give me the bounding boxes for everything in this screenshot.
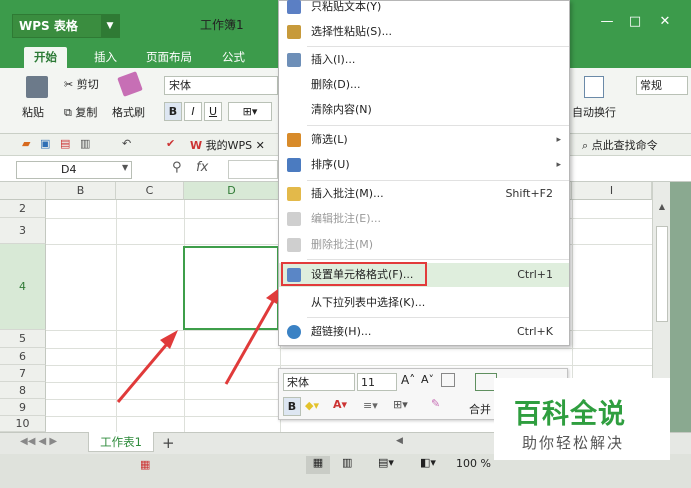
mini-bold-button[interactable]: B xyxy=(283,397,301,416)
filter-icon xyxy=(287,133,301,147)
menu-item-delete-comment: 删除批注(M) xyxy=(279,233,569,257)
insert-cells-icon xyxy=(287,53,301,67)
scroll-up-icon[interactable]: ▲ xyxy=(656,202,668,214)
menu-item-delete[interactable]: 删除(D)... xyxy=(279,73,569,97)
arrow-line-left xyxy=(116,337,174,403)
watermark: 百科全说 助你轻松解决 xyxy=(494,378,670,460)
align-icon[interactable]: ≡▾ xyxy=(363,399,378,412)
paste-text-icon xyxy=(287,0,301,14)
menu-separator xyxy=(307,46,569,47)
menu-item-clear-contents[interactable]: 清除内容(N) xyxy=(279,98,569,122)
mini-font-size-select[interactable]: 11 xyxy=(357,373,397,391)
globe-icon xyxy=(287,325,301,339)
mini-brush-icon[interactable]: ✎ xyxy=(431,397,440,410)
background-desktop xyxy=(670,182,691,432)
comment-icon xyxy=(287,187,301,201)
watermark-title: 百科全说 xyxy=(514,399,626,430)
hscroll-left-icon[interactable]: ◀ xyxy=(396,436,403,446)
font-color-icon[interactable]: A▾ xyxy=(333,398,347,411)
menu-item-pick-from-list[interactable]: 从下拉列表中选择(K)... xyxy=(279,291,569,315)
delete-comment-icon xyxy=(287,238,301,252)
edit-comment-icon xyxy=(287,212,301,226)
sheet-nav-icon[interactable]: ◀◀ ◀ ▶ xyxy=(20,436,57,447)
zoom-level: 100 % xyxy=(456,457,491,470)
merge-button[interactable]: 合并 xyxy=(469,401,491,417)
menu-separator xyxy=(307,259,569,260)
arrow-head-left xyxy=(160,330,178,349)
normal-view-icon[interactable]: ▦ xyxy=(306,456,330,474)
watermark-subtitle: 助你轻松解决 xyxy=(522,434,625,452)
menu-item-paste-special[interactable]: 选择性粘贴(S)... xyxy=(279,20,569,44)
sort-icon xyxy=(287,158,301,172)
highlight-format-cells xyxy=(281,262,427,286)
menu-separator xyxy=(307,125,569,126)
menu-item-paste-text-only[interactable]: 只粘贴文本(Y) xyxy=(279,0,569,19)
layout-view-icon[interactable]: ▤▾ xyxy=(378,456,394,469)
menu-item-filter[interactable]: 筛选(L) ▸ xyxy=(279,128,569,152)
font-grow-icon[interactable]: A˄ xyxy=(401,373,415,387)
menu-item-insert-comment[interactable]: 插入批注(M)... Shift+F2 xyxy=(279,182,569,206)
eye-icon[interactable]: ◧▾ xyxy=(420,456,436,469)
menu-item-hyperlink[interactable]: 超链接(H)... Ctrl+K xyxy=(279,320,569,344)
add-sheet-button[interactable]: + xyxy=(162,434,175,452)
page-view-icon[interactable]: ▥ xyxy=(342,456,352,469)
context-menu: 只粘贴文本(Y) 选择性粘贴(S)... 插入(I)... 删除(D)... 清… xyxy=(278,0,570,346)
menu-item-insert[interactable]: 插入(I)... xyxy=(279,48,569,72)
fill-color-icon[interactable]: ◆▾ xyxy=(305,399,319,412)
menu-item-edit-comment: 编辑批注(E)... xyxy=(279,207,569,231)
mini-border-icon[interactable]: ⊞▾ xyxy=(393,398,408,411)
arrow-line-right xyxy=(224,295,278,385)
sheet-tab-1[interactable]: 工作表1 xyxy=(88,432,154,452)
chevron-right-icon: ▸ xyxy=(556,135,561,145)
calendar-icon: ▦ xyxy=(140,458,151,471)
scrollbar-thumb[interactable] xyxy=(656,226,668,322)
menu-separator xyxy=(307,317,569,318)
font-shrink-icon[interactable]: A˅ xyxy=(421,373,434,386)
menu-item-sort[interactable]: 排序(U) ▸ xyxy=(279,153,569,177)
menu-separator xyxy=(307,180,569,181)
mini-font-name-select[interactable]: 宋体 xyxy=(283,373,355,391)
chevron-right-icon: ▸ xyxy=(556,160,561,170)
paste-special-icon xyxy=(287,25,301,39)
cell-style-icon[interactable] xyxy=(441,373,455,387)
